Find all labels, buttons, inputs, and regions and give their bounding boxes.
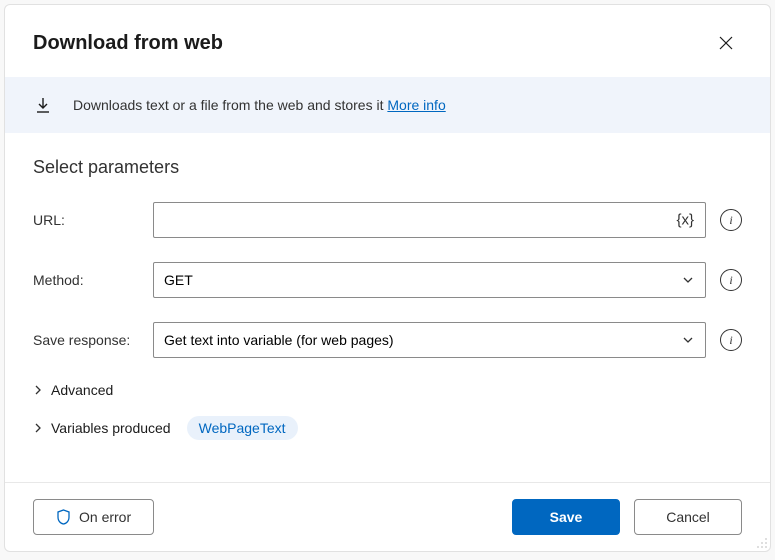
method-label: Method: [33, 272, 145, 288]
dialog-header: Download from web [5, 5, 770, 77]
save-response-label: Save response: [33, 332, 145, 348]
save-response-row: Save response: Get text into variable (f… [33, 322, 742, 358]
download-from-web-dialog: Download from web Downloads text or a fi… [4, 4, 771, 552]
close-icon [719, 36, 733, 50]
variable-chip[interactable]: WebPageText [187, 416, 298, 440]
save-button[interactable]: Save [512, 499, 620, 535]
chevron-right-icon [33, 384, 43, 396]
save-label: Save [550, 509, 583, 525]
download-icon [33, 95, 53, 115]
more-info-link[interactable]: More info [387, 97, 445, 113]
method-field-wrap: GET [153, 262, 706, 298]
dialog-footer: On error Save Cancel [5, 482, 770, 551]
close-button[interactable] [710, 27, 742, 59]
save-response-field-wrap: Get text into variable (for web pages) [153, 322, 706, 358]
chevron-down-icon [681, 333, 695, 347]
advanced-toggle[interactable]: Advanced [33, 382, 742, 398]
url-input[interactable] [153, 202, 706, 238]
save-response-select[interactable]: Get text into variable (for web pages) [153, 322, 706, 358]
on-error-button[interactable]: On error [33, 499, 154, 535]
method-row: Method: GET i [33, 262, 742, 298]
dialog-title: Download from web [33, 32, 223, 55]
variables-produced-label: Variables produced [51, 420, 171, 436]
advanced-label: Advanced [51, 382, 113, 398]
resize-grip-icon[interactable] [754, 535, 768, 549]
section-title: Select parameters [33, 157, 742, 178]
cancel-label: Cancel [666, 509, 710, 525]
footer-right: Save Cancel [512, 499, 742, 535]
url-info-button[interactable]: i [720, 209, 742, 231]
banner-text: Downloads text or a file from the web an… [73, 97, 387, 113]
on-error-label: On error [79, 509, 131, 525]
dialog-content: Select parameters URL: {x} i Method: GET… [5, 133, 770, 482]
method-info-button[interactable]: i [720, 269, 742, 291]
variables-produced-toggle[interactable]: Variables produced WebPageText [33, 416, 742, 440]
url-label: URL: [33, 212, 145, 228]
method-select[interactable]: GET [153, 262, 706, 298]
save-response-info-button[interactable]: i [720, 329, 742, 351]
method-value: GET [164, 272, 193, 288]
url-row: URL: {x} i [33, 202, 742, 238]
info-banner: Downloads text or a file from the web an… [5, 77, 770, 133]
chevron-right-icon [33, 422, 43, 434]
shield-icon [56, 509, 71, 525]
url-field-wrap: {x} [153, 202, 706, 238]
cancel-button[interactable]: Cancel [634, 499, 742, 535]
chevron-down-icon [681, 273, 695, 287]
save-response-value: Get text into variable (for web pages) [164, 332, 394, 348]
insert-variable-button[interactable]: {x} [672, 210, 698, 231]
banner-text-wrap: Downloads text or a file from the web an… [73, 97, 446, 113]
